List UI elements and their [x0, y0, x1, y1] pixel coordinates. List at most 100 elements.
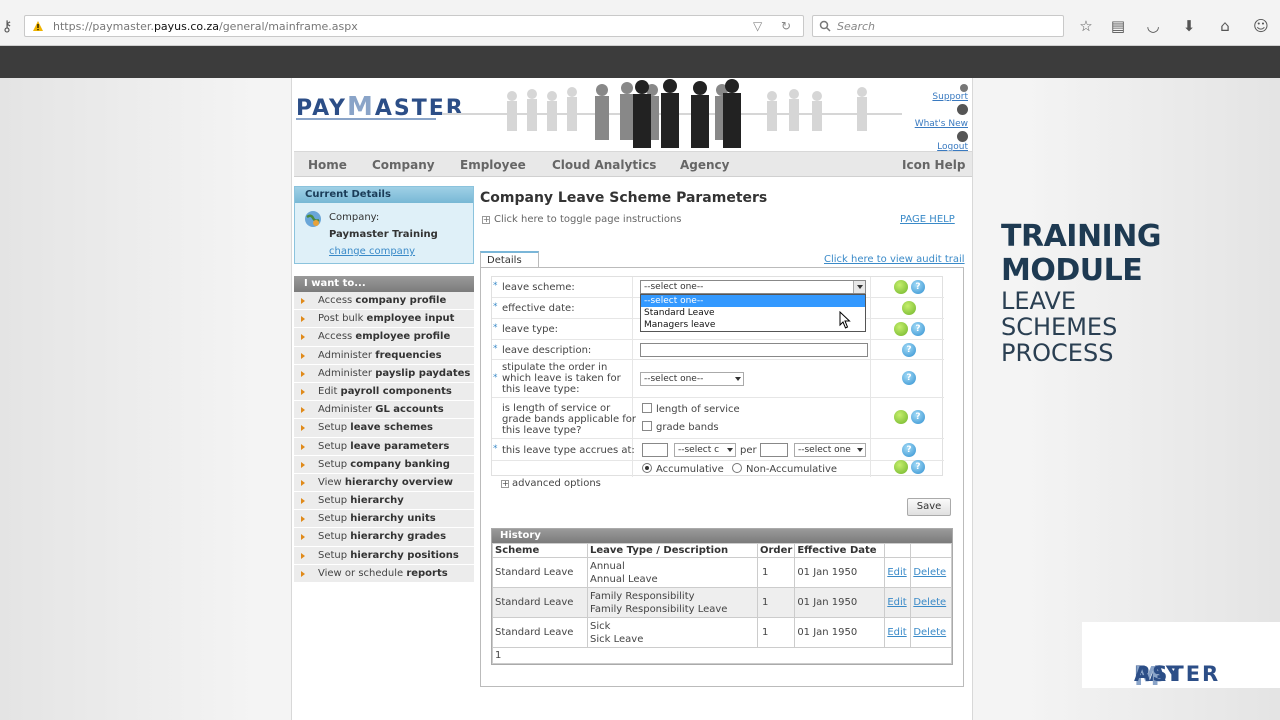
download-icon[interactable]: ⬇ — [1180, 17, 1198, 35]
pocket-icon[interactable]: ◡ — [1144, 17, 1162, 35]
current-details-panel: Current Details Company: Paymaster Train… — [294, 186, 474, 264]
cell-delete: Delete — [910, 557, 952, 588]
effective-date-label: effective date: — [502, 303, 575, 314]
warning-lock-icon[interactable] — [33, 21, 43, 31]
required-marker: * — [493, 281, 498, 291]
length-of-service-checkbox[interactable]: length of service — [642, 403, 740, 415]
advanced-options-toggle[interactable]: + advanced options — [501, 478, 601, 489]
leave-order-select[interactable]: --select one-- — [640, 372, 744, 386]
nav-company[interactable]: Company — [372, 158, 435, 172]
delete-link[interactable]: Delete — [913, 567, 946, 578]
refresh-icon[interactable] — [894, 410, 908, 424]
accumulative-radio[interactable]: Accumulative — [642, 463, 724, 475]
edit-link[interactable]: Edit — [887, 627, 906, 638]
leave-description-input[interactable] — [640, 343, 868, 357]
help-icon[interactable]: ? — [911, 322, 925, 336]
non-accumulative-radio[interactable]: Non-Accumulative — [732, 463, 837, 475]
i-want-to-item[interactable]: View hierarchy overview — [294, 473, 474, 493]
dropdown-option[interactable]: --select one-- — [641, 295, 865, 307]
nav-cloud-analytics[interactable]: Cloud Analytics — [552, 158, 656, 172]
refresh-icon[interactable] — [894, 280, 908, 294]
edit-link[interactable]: Edit — [887, 567, 906, 578]
delete-link[interactable]: Delete — [913, 597, 946, 608]
edit-link[interactable]: Edit — [887, 597, 906, 608]
i-want-to-item[interactable]: Edit payroll components — [294, 382, 474, 402]
nav-icon-help[interactable]: Icon Help — [902, 158, 965, 172]
audit-trail-link[interactable]: Click here to view audit trail — [824, 254, 965, 265]
refresh-icon[interactable] — [894, 460, 908, 474]
accrual-period-select[interactable]: --select one — [794, 443, 866, 457]
help-icon[interactable]: ? — [902, 343, 916, 357]
i-want-to-item[interactable]: Administer GL accounts — [294, 401, 474, 420]
i-want-to-item[interactable]: Access company profile — [294, 292, 474, 311]
dropdown-history-icon[interactable]: ▽ — [753, 19, 762, 33]
bookmark-star-icon[interactable]: ☆ — [1077, 17, 1095, 35]
col-order: Order — [756, 543, 796, 558]
chevron-down-icon — [857, 285, 863, 289]
training-module-title: TRAINING MODULE LEAVE SCHEMES PROCESS — [1001, 220, 1161, 367]
cell-edit: Edit — [884, 557, 912, 588]
nav-agency[interactable]: Agency — [680, 158, 730, 172]
i-want-to-item[interactable]: View or schedule reports — [294, 564, 474, 583]
key-icon[interactable]: ⚷ — [0, 17, 14, 35]
browser-toolbar: ⚷ https://paymaster.payus.co.za/general/… — [0, 0, 1280, 46]
bulb-icon — [957, 104, 968, 115]
change-company-link[interactable]: change company — [329, 246, 415, 257]
search-placeholder: Search — [837, 20, 876, 33]
search-bar[interactable]: Search — [812, 15, 1064, 37]
i-want-to-item[interactable]: Administer payslip paydates — [294, 364, 474, 383]
logout-icon — [957, 131, 968, 142]
i-want-to-item[interactable]: Post bulk employee input — [294, 310, 474, 329]
help-icon[interactable]: ? — [911, 460, 925, 474]
cell-leave-type: Family Responsibility Family Responsibili… — [587, 587, 758, 618]
i-want-to-item[interactable]: Setup leave schemes — [294, 419, 474, 438]
leave-scheme-select[interactable]: --select one-- — [640, 280, 866, 294]
accrual-period-input[interactable] — [760, 443, 788, 457]
i-want-to-item[interactable]: Setup company banking — [294, 455, 474, 474]
i-want-to-item[interactable]: Setup hierarchy units — [294, 510, 474, 529]
nav-home[interactable]: Home — [308, 158, 347, 172]
search-icon — [819, 20, 831, 32]
i-want-to-item[interactable]: Access employee profile — [294, 328, 474, 347]
help-icon[interactable]: ? — [902, 443, 916, 457]
reload-icon[interactable]: ↻ — [781, 19, 791, 33]
leave-order-label: stipulate the order in which leave is tak… — [502, 362, 621, 395]
service-grade-label: is length of service or grade bands appli… — [502, 403, 637, 436]
cell-edit: Edit — [884, 587, 912, 618]
support-link[interactable]: Support — [915, 92, 968, 102]
page-help-link[interactable]: PAGE HELP — [900, 214, 955, 225]
nav-employee[interactable]: Employee — [460, 158, 526, 172]
pager[interactable]: 1 — [492, 647, 952, 664]
home-icon[interactable]: ⌂ — [1216, 17, 1234, 35]
whats-new-link[interactable]: What's New — [915, 119, 968, 129]
accrual-unit-select[interactable]: --select c — [674, 443, 736, 457]
url-bar[interactable]: https://paymaster.payus.co.za/general/ma… — [24, 15, 804, 37]
help-icon[interactable]: ? — [911, 280, 925, 294]
save-button[interactable]: Save — [907, 498, 951, 516]
table-row: Standard Leave Family Responsibility Famil… — [492, 587, 952, 618]
tab-details[interactable]: Details — [480, 251, 539, 268]
reading-list-icon[interactable]: ▤ — [1109, 17, 1127, 35]
url-text: https://paymaster.payus.co.za/general/ma… — [53, 20, 358, 33]
help-icon[interactable]: ? — [911, 410, 925, 424]
toggle-instructions[interactable]: + Click here to toggle page instructions — [482, 214, 682, 225]
dropdown-option[interactable]: Managers leave — [641, 319, 865, 331]
search-date-icon[interactable] — [902, 301, 916, 315]
dropdown-option[interactable]: Standard Leave — [641, 307, 865, 319]
i-want-to-item[interactable]: Administer frequencies — [294, 346, 474, 365]
delete-link[interactable]: Delete — [913, 627, 946, 638]
col-scheme: Scheme — [492, 543, 588, 558]
refresh-icon[interactable] — [894, 322, 908, 336]
i-want-to-item[interactable]: Setup hierarchy — [294, 492, 474, 511]
chat-icon[interactable]: ☺ — [1252, 17, 1270, 35]
i-want-to-item[interactable]: Setup hierarchy positions — [294, 546, 474, 565]
cell-date: 01 Jan 1950 — [794, 557, 886, 588]
i-want-to-item[interactable]: Setup leave parameters — [294, 437, 474, 456]
grade-bands-checkbox[interactable]: grade bands — [642, 421, 719, 433]
help-icon[interactable]: ? — [902, 371, 916, 385]
accrual-amount-input[interactable] — [642, 443, 668, 457]
cell-edit: Edit — [884, 617, 912, 648]
i-want-to-item[interactable]: Setup hierarchy grades — [294, 528, 474, 547]
paymaster-logo[interactable]: PAYMASTER — [296, 92, 465, 122]
main-nav: Home Company Employee Cloud Analytics Ag… — [294, 151, 972, 177]
